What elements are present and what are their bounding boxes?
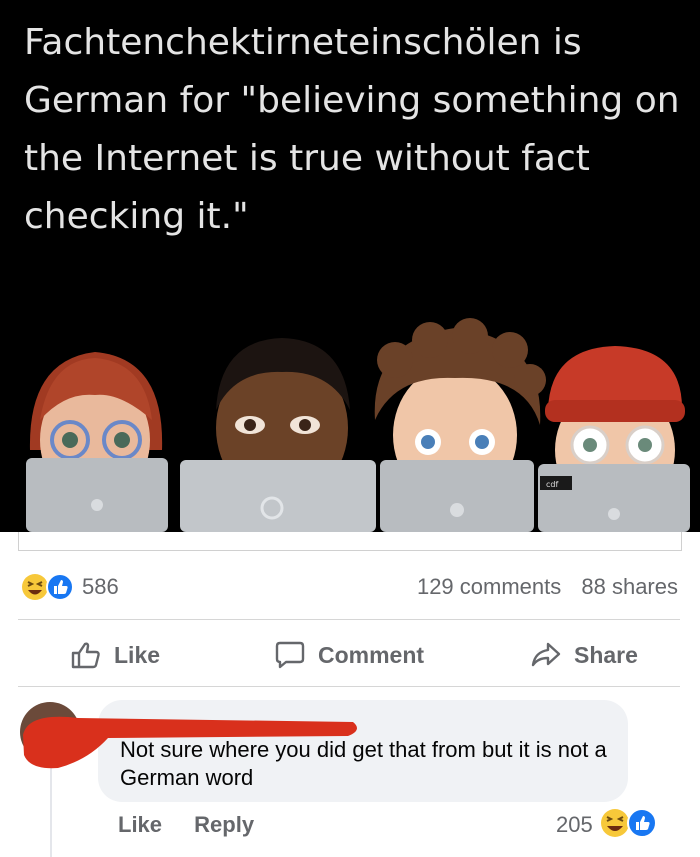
haha-icon [601, 809, 629, 837]
comment-reply-button[interactable]: Reply [194, 812, 254, 837]
divider-top [18, 619, 680, 620]
comment-icon [275, 641, 305, 669]
post-image-text: Fachtenchektirneteinschölen is German fo… [24, 22, 680, 237]
comment-reaction-count[interactable]: 205 [556, 812, 593, 838]
laptops: cdf [26, 458, 690, 532]
thumbs-up-icon [71, 642, 100, 669]
reaction-count[interactable]: 586 [82, 574, 119, 600]
laptop-sticker-text: cdf [546, 480, 558, 489]
post-action-bar: Like Comment Share [0, 622, 700, 686]
comment-reaction-icons[interactable] [598, 806, 662, 840]
comments-count[interactable]: 129 comments [417, 574, 561, 599]
comment-thread-line [50, 762, 52, 857]
comment-like-button[interactable]: Like [118, 812, 162, 837]
comment-text: Not sure where you did get that from but… [120, 737, 607, 790]
reaction-icons[interactable] [20, 572, 80, 602]
shares-count[interactable]: 88 shares [581, 574, 678, 599]
like-button[interactable]: Like [70, 640, 160, 670]
post-image[interactable]: Fachtenchektirneteinschölen is German fo… [0, 0, 700, 532]
haha-icon [22, 574, 48, 600]
comment-button[interactable]: Comment [274, 640, 424, 670]
image-frame-bottom [18, 532, 682, 551]
share-button[interactable]: Share [530, 640, 638, 670]
share-icon [531, 642, 561, 667]
divider-bottom [18, 686, 680, 687]
like-icon [46, 573, 74, 601]
post-stats: 586 129 comments 88 shares [0, 560, 700, 612]
like-icon [627, 808, 657, 838]
memoji-laptops-illustration: cdf [26, 318, 690, 532]
